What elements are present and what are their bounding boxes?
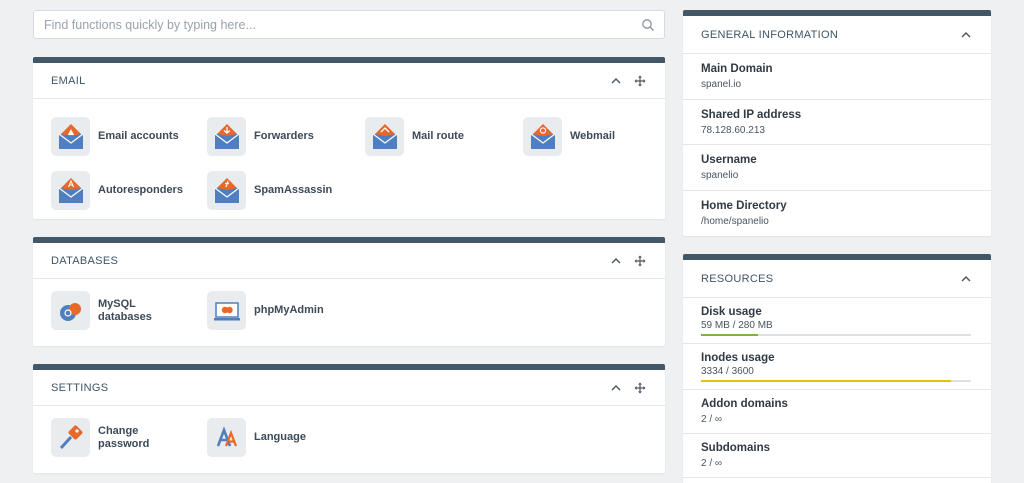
search-icon[interactable] bbox=[641, 18, 655, 32]
email-panel: EMAIL ▲ Email accounts Forwarders Mail r… bbox=[33, 57, 665, 219]
resource-label: Addon domains bbox=[701, 398, 788, 410]
info-row-shared-ip: Shared IP address 78.128.60.213 bbox=[683, 99, 991, 145]
info-label: Shared IP address bbox=[701, 108, 802, 121]
phpmyadmin-label: phpMyAdmin bbox=[254, 304, 324, 316]
resource-label: Disk usage bbox=[701, 305, 762, 318]
collapse-icon[interactable] bbox=[959, 28, 973, 42]
resource-value: 3334 / 3600 bbox=[701, 365, 754, 377]
resource-value: 2 / ∞ bbox=[701, 458, 723, 469]
spamassassin-icon bbox=[207, 171, 246, 210]
change-password-label: Change password bbox=[98, 424, 150, 450]
info-row-username: Username spanelio bbox=[683, 145, 991, 191]
key-icon bbox=[51, 418, 90, 457]
general-panel-header: GENERAL INFORMATION bbox=[683, 16, 991, 54]
collapse-icon[interactable] bbox=[609, 381, 623, 395]
resource-row-inodes-usage: Inodes usage 3334 / 3600 bbox=[683, 344, 991, 390]
email-accounts-label: Email accounts bbox=[98, 130, 179, 142]
resource-value: 59 MB / 280 MB bbox=[701, 319, 773, 331]
info-label: Home Directory bbox=[701, 199, 787, 212]
spamassassin-tile[interactable]: SpamAssassin bbox=[207, 171, 344, 210]
mail-route-label: Mail route bbox=[412, 130, 464, 142]
mail-route-tile[interactable]: Mail route bbox=[365, 117, 502, 156]
resource-label: Subdomains bbox=[701, 442, 771, 454]
general-information-panel: GENERAL INFORMATION Main Domain spanel.i… bbox=[683, 10, 991, 236]
language-label: Language bbox=[254, 431, 306, 443]
disk-usage-bar-fill bbox=[701, 333, 758, 336]
email-panel-header: EMAIL bbox=[33, 63, 665, 99]
resource-row-subdomains: Subdomains 2 / ∞ bbox=[683, 434, 991, 478]
mysql-icon bbox=[51, 291, 90, 330]
resources-panel: RESOURCES Disk usage 59 MB / 280 MB Inod… bbox=[683, 254, 991, 483]
resources-panel-title: RESOURCES bbox=[701, 272, 774, 285]
inodes-usage-bar bbox=[701, 379, 971, 382]
svg-text:▲: ▲ bbox=[67, 127, 74, 136]
settings-panel-header: SETTINGS bbox=[33, 370, 665, 406]
email-accounts-tile[interactable]: ▲ Email accounts bbox=[51, 117, 188, 156]
info-label: Username bbox=[701, 154, 757, 166]
databases-panel-header: DATABASES bbox=[33, 243, 665, 279]
info-label: Main Domain bbox=[701, 63, 773, 75]
spamassassin-label: SpamAssassin bbox=[254, 184, 333, 196]
phpmyadmin-tile[interactable]: phpMyAdmin bbox=[207, 291, 344, 330]
autoresponders-tile[interactable]: Autoresponders bbox=[51, 171, 188, 210]
move-icon[interactable] bbox=[633, 74, 647, 88]
collapse-icon[interactable] bbox=[959, 272, 973, 286]
mysql-databases-tile[interactable]: MySQL databases bbox=[51, 291, 188, 330]
webmail-icon bbox=[523, 117, 562, 156]
change-password-tile[interactable]: Change password bbox=[51, 418, 188, 457]
info-value: spanelio bbox=[701, 170, 739, 181]
language-icon bbox=[207, 418, 246, 457]
phpmyadmin-icon bbox=[207, 291, 246, 330]
resource-value: 2 / ∞ bbox=[701, 414, 723, 425]
autoresponders-icon bbox=[51, 171, 90, 210]
info-value: 78.128.60.213 bbox=[701, 124, 765, 136]
settings-panel-title: SETTINGS bbox=[51, 381, 109, 394]
resource-row-disk-usage: Disk usage 59 MB / 280 MB bbox=[683, 298, 991, 344]
info-row-home-directory: Home Directory /home/spanelio bbox=[683, 191, 991, 235]
resource-row-addon-domains: Addon domains 2 / ∞ bbox=[683, 390, 991, 434]
language-tile[interactable]: Language bbox=[207, 418, 344, 457]
databases-panel: DATABASES MySQL databases phpMyAdmin bbox=[33, 237, 665, 346]
search-box[interactable] bbox=[33, 10, 665, 39]
collapse-icon[interactable] bbox=[609, 74, 623, 88]
autoresponders-label: Autoresponders bbox=[98, 184, 183, 196]
search-input[interactable] bbox=[34, 11, 664, 38]
databases-panel-title: DATABASES bbox=[51, 254, 119, 267]
settings-panel: SETTINGS Change password Language bbox=[33, 364, 665, 473]
move-icon[interactable] bbox=[633, 381, 647, 395]
email-accounts-icon: ▲ bbox=[51, 117, 90, 156]
forwarders-tile[interactable]: Forwarders bbox=[207, 117, 344, 156]
general-panel-title: GENERAL INFORMATION bbox=[701, 28, 839, 41]
webmail-label: Webmail bbox=[570, 130, 616, 142]
info-value: spanel.io bbox=[701, 79, 742, 90]
inodes-usage-bar-fill bbox=[701, 379, 952, 382]
disk-usage-bar bbox=[701, 333, 971, 336]
move-icon[interactable] bbox=[633, 254, 647, 268]
resource-label: Inodes usage bbox=[701, 351, 775, 364]
info-row-main-domain: Main Domain spanel.io bbox=[683, 54, 991, 99]
collapse-icon[interactable] bbox=[609, 254, 623, 268]
resources-panel-header: RESOURCES bbox=[683, 260, 991, 298]
email-panel-title: EMAIL bbox=[51, 74, 86, 87]
mysql-databases-label: MySQL databases bbox=[98, 297, 152, 323]
mail-route-icon bbox=[365, 117, 404, 156]
forwarders-icon bbox=[207, 117, 246, 156]
webmail-tile[interactable]: Webmail bbox=[523, 117, 660, 156]
forwarders-label: Forwarders bbox=[254, 130, 314, 142]
info-value: /home/spanelio bbox=[701, 215, 769, 227]
